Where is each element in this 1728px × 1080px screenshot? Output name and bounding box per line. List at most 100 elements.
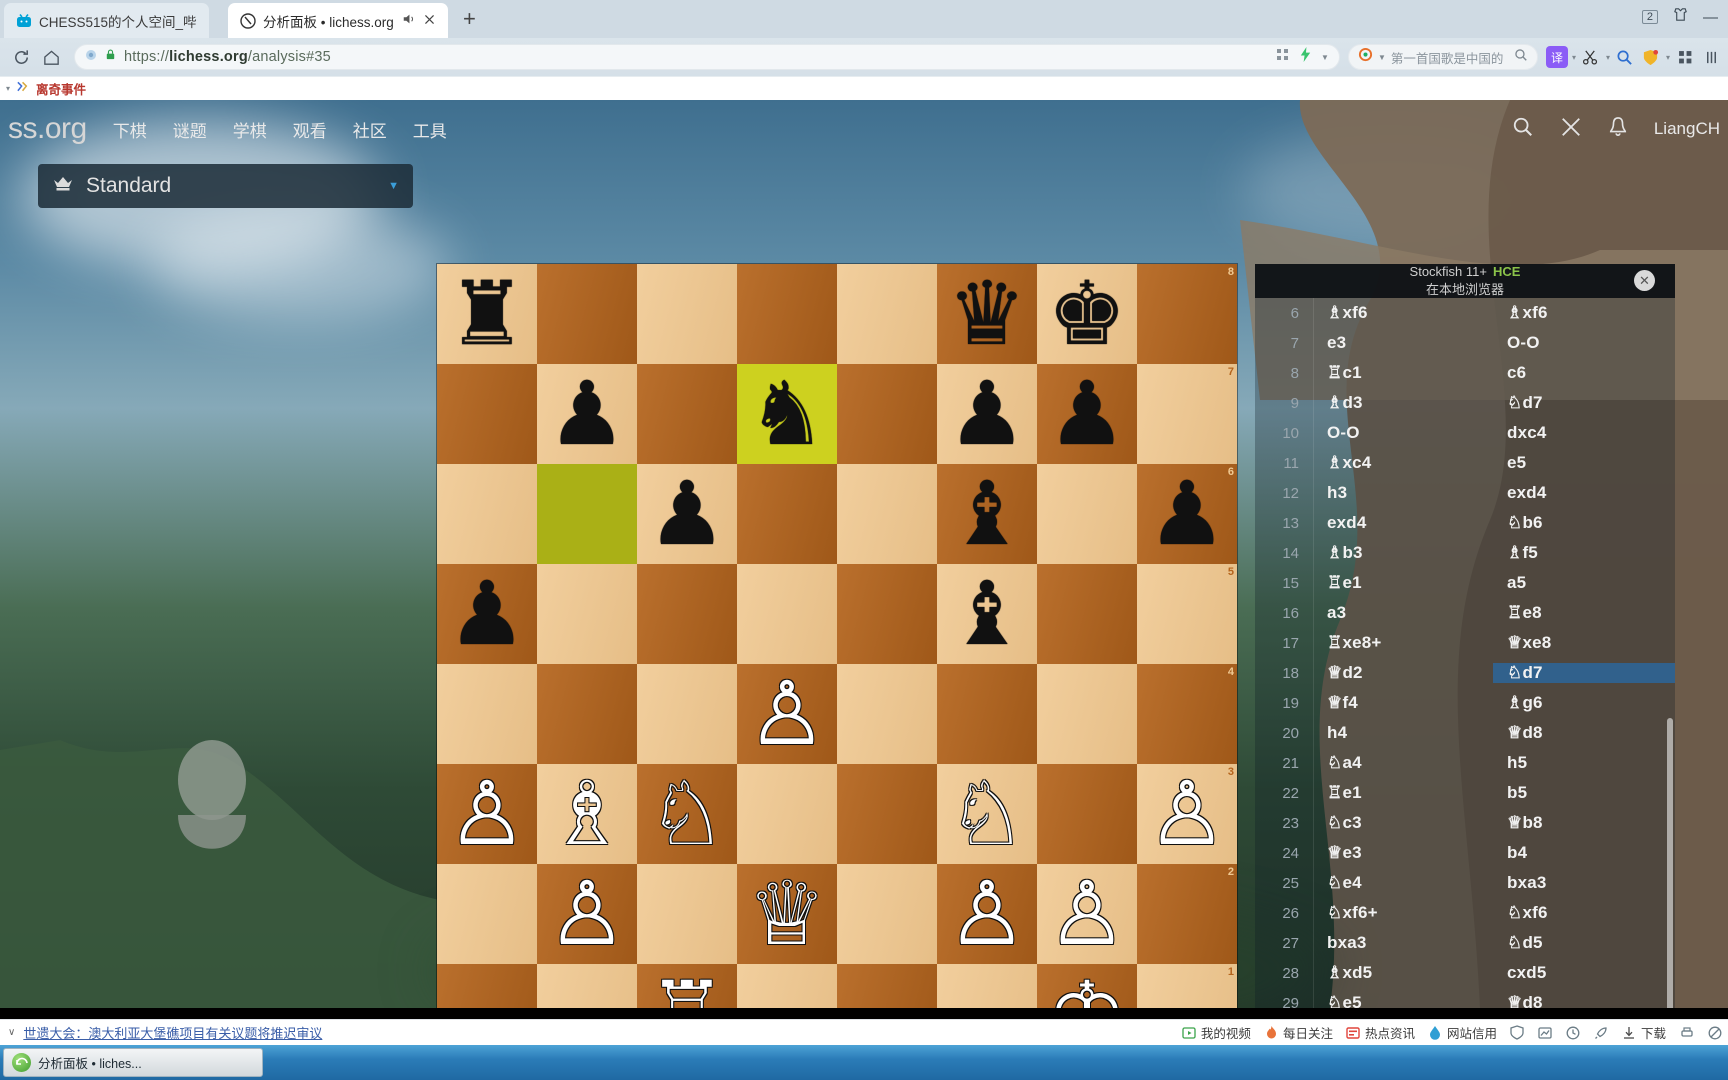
square-h6[interactable]: 6 ♟ (1137, 464, 1237, 564)
square-c5[interactable] (637, 564, 737, 664)
square-f3[interactable]: ♘ (937, 764, 1037, 864)
piece-bp-g7[interactable]: ♟ (1037, 364, 1137, 464)
piece-wn-c3[interactable]: ♘ (637, 764, 737, 864)
square-g6[interactable] (1037, 464, 1137, 564)
piece-bq-f8[interactable]: ♛ (937, 264, 1037, 364)
challenge-icon[interactable] (1560, 116, 1582, 143)
square-d4[interactable]: ♙ (737, 664, 837, 764)
square-c4[interactable] (637, 664, 737, 764)
square-g4[interactable] (1037, 664, 1137, 764)
magnifier-icon[interactable] (1614, 46, 1636, 68)
square-h7[interactable]: 7 (1137, 364, 1237, 464)
news-headline-link[interactable]: 世遗大会：澳大利亚大堡礁项目有关议题将推迟审议 (23, 1023, 322, 1042)
scissors-icon[interactable] (1580, 46, 1602, 68)
news-tool-每日关注[interactable]: 每日关注 (1264, 1023, 1333, 1042)
nav-item-puzzles[interactable]: 谜题 (173, 117, 207, 142)
move-list-scrollbar[interactable] (1667, 718, 1673, 1008)
square-d7[interactable]: ♞ (737, 364, 837, 464)
nav-item-community[interactable]: 社区 (353, 117, 387, 142)
square-f8[interactable]: ♛ (937, 264, 1037, 364)
close-icon[interactable] (423, 13, 436, 29)
home-icon[interactable] (36, 42, 66, 72)
square-c7[interactable] (637, 364, 737, 464)
white-move-12[interactable]: h3 (1313, 483, 1493, 503)
piece-bb-f5[interactable]: ♝ (937, 564, 1037, 664)
white-move-11[interactable]: ♗xc4 (1313, 453, 1493, 473)
news-tool-热点资讯[interactable]: 热点资讯 (1346, 1023, 1415, 1042)
piece-bp-f7[interactable]: ♟ (937, 364, 1037, 464)
bell-icon[interactable] (1608, 116, 1628, 143)
apps-icon[interactable] (1674, 46, 1696, 68)
search-box[interactable]: ▼ 第一首国歌是中国的 (1347, 44, 1538, 70)
square-e1[interactable]: e (837, 964, 937, 1008)
square-c3[interactable]: ♘ (637, 764, 737, 864)
username-label[interactable]: LiangCH (1654, 119, 1720, 139)
square-g2[interactable]: ♙ (1037, 864, 1137, 964)
tab-lichess[interactable]: 分析面板 • lichess.org (228, 3, 448, 38)
white-move-21[interactable]: ♘a4 (1313, 753, 1493, 773)
nav-item-learn[interactable]: 学棋 (233, 117, 267, 142)
piece-wp-g2[interactable]: ♙ (1037, 864, 1137, 964)
white-move-28[interactable]: ♗xd5 (1313, 963, 1493, 983)
piece-bp-h6[interactable]: ♟ (1137, 464, 1237, 564)
black-move-6[interactable]: ♗xf6 (1493, 303, 1675, 323)
reload-icon[interactable] (6, 42, 36, 72)
white-move-18[interactable]: ♕d2 (1313, 663, 1493, 683)
black-move-26[interactable]: ♘xf6 (1493, 903, 1675, 923)
square-g3[interactable] (1037, 764, 1137, 864)
black-move-23[interactable]: ♕b8 (1493, 813, 1675, 833)
minimize-icon[interactable]: — (1703, 9, 1718, 26)
white-move-24[interactable]: ♕e3 (1313, 843, 1493, 863)
piece-bp-c6[interactable]: ♟ (637, 464, 737, 564)
black-move-19[interactable]: ♗g6 (1493, 693, 1675, 713)
square-f4[interactable] (937, 664, 1037, 764)
news-tool-print-icon[interactable] (1679, 1025, 1694, 1040)
square-b4[interactable] (537, 664, 637, 764)
square-e6[interactable] (837, 464, 937, 564)
bookmarks-caret-icon[interactable]: ▾ (6, 84, 10, 93)
window-count-badge[interactable]: 2 (1641, 10, 1658, 24)
white-move-9[interactable]: ♗d3 (1313, 393, 1493, 413)
tab-bilibili[interactable]: CHESS515的个人空间_哔哩哔哩 (4, 3, 209, 38)
square-d6[interactable] (737, 464, 837, 564)
overflow-menu-icon[interactable] (1700, 46, 1722, 68)
black-move-14[interactable]: ♗f5 (1493, 543, 1675, 563)
chevron-down-icon[interactable]: ▼ (1321, 53, 1329, 62)
news-tool-block-icon[interactable] (1707, 1025, 1722, 1040)
white-move-10[interactable]: O-O (1313, 423, 1493, 443)
piece-wp-b2[interactable]: ♙ (537, 864, 637, 964)
square-e8[interactable] (837, 264, 937, 364)
search-engine-icon[interactable] (1358, 47, 1373, 67)
news-tool-网站信用[interactable]: 网站信用 (1428, 1023, 1497, 1042)
square-c8[interactable] (637, 264, 737, 364)
scissors-caret-icon[interactable]: ▾ (1606, 53, 1610, 62)
square-g7[interactable]: ♟ (1037, 364, 1137, 464)
shield-caret-icon[interactable]: ▾ (1666, 53, 1670, 62)
black-move-15[interactable]: a5 (1493, 573, 1675, 593)
address-bar[interactable]: https://lichess.org/analysis#35 ▼ (74, 44, 1340, 70)
black-move-7[interactable]: O-O (1493, 333, 1675, 353)
square-h1[interactable]: 1h (1137, 964, 1237, 1008)
black-move-24[interactable]: b4 (1493, 843, 1675, 863)
square-d2[interactable]: ♕ (737, 864, 837, 964)
lightning-icon[interactable] (1299, 47, 1312, 67)
black-move-22[interactable]: b5 (1493, 783, 1675, 803)
square-a7[interactable] (437, 364, 537, 464)
piece-wp-h3[interactable]: ♙ (1137, 764, 1237, 864)
piece-bk-g8[interactable]: ♚ (1037, 264, 1137, 364)
piece-bn-d7[interactable]: ♞ (737, 364, 837, 464)
square-a3[interactable]: ♙ (437, 764, 537, 864)
variant-selector[interactable]: Standard ▼ (38, 164, 413, 208)
move-list[interactable]: 6 ♗xf6 ♗xf6 7 e3 O-O 8 ♖c1 c6 9 ♗d3 ♘d7 10 O-O dxc4 11 ♗… (1255, 298, 1675, 1008)
white-move-8[interactable]: ♖c1 (1313, 363, 1493, 383)
new-tab-button[interactable]: + (463, 8, 476, 30)
black-move-20[interactable]: ♕d8 (1493, 723, 1675, 743)
square-c2[interactable] (637, 864, 737, 964)
square-c1[interactable]: c♖ (637, 964, 737, 1008)
square-b1[interactable]: b (537, 964, 637, 1008)
square-h5[interactable]: 5 (1137, 564, 1237, 664)
white-move-6[interactable]: ♗xf6 (1313, 303, 1493, 323)
square-h4[interactable]: 4 (1137, 664, 1237, 764)
site-info-icon[interactable] (85, 48, 97, 66)
piece-wk-g1[interactable]: ♔ (1037, 964, 1137, 1009)
